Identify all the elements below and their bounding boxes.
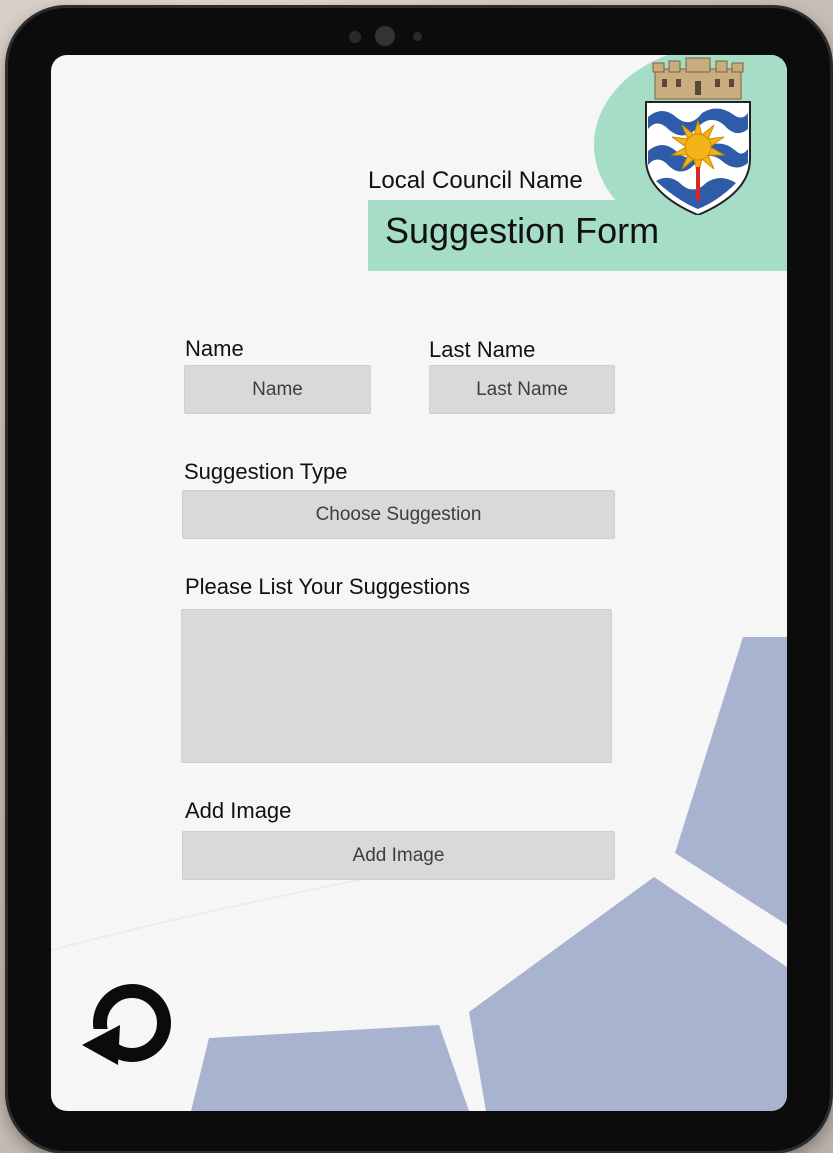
council-name: Local Council Name: [368, 167, 583, 194]
sensor-icon: [413, 32, 422, 41]
suggestions-textarea[interactable]: [181, 609, 612, 763]
add-image-label: Add Image: [185, 798, 292, 823]
camera-icon: [375, 26, 395, 46]
sensor-icon: [349, 31, 361, 43]
last-name-label: Last Name: [429, 337, 536, 362]
form-title: Suggestion Form: [385, 210, 660, 251]
screen: Local Council Name Suggestion Form Name …: [51, 55, 787, 1111]
suggestion-type-label: Suggestion Type: [184, 459, 348, 484]
council-crest-icon: [645, 57, 751, 215]
last-name-field[interactable]: Last Name: [429, 365, 615, 414]
add-image-button[interactable]: Add Image: [182, 831, 615, 880]
name-field[interactable]: Name: [184, 365, 371, 414]
suggestions-label: Please List Your Suggestions: [185, 574, 470, 599]
suggestion-type-select[interactable]: Choose Suggestion: [182, 490, 615, 539]
name-label: Name: [185, 336, 244, 361]
back-arrow-icon[interactable]: [80, 979, 180, 1071]
